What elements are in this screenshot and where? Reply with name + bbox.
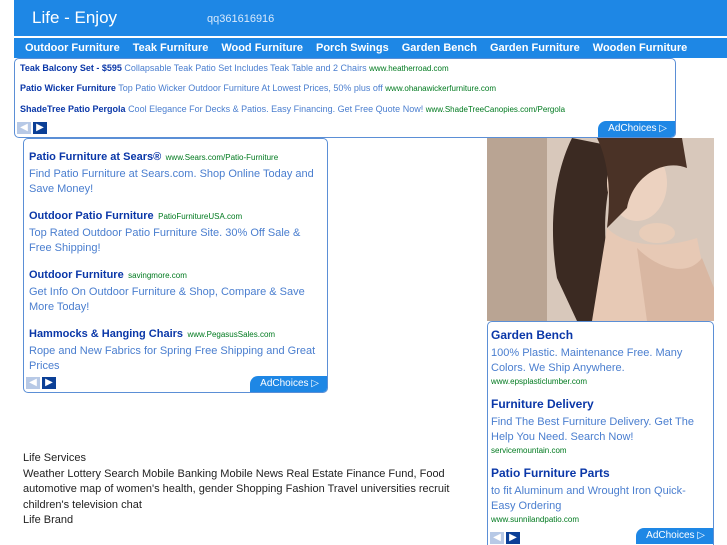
top-ad-row[interactable]: Patio Wicker Furniture Top Patio Wicker … [20, 83, 496, 93]
ad-unit[interactable]: Outdoor Patio Furniture PatioFurnitureUS… [29, 206, 321, 256]
top-ad-row[interactable]: Teak Balcony Set - $595 Collapsable Teak… [20, 63, 449, 73]
top-ad-row[interactable]: ShadeTree Patio Pergola Cool Elegance Fo… [20, 104, 565, 114]
ad-description: to fit Aluminum and Wrought Iron Quick-E… [491, 485, 686, 512]
ad-url[interactable]: www.Sears.com/Patio-Furniture [166, 153, 278, 162]
prev-arrow-icon[interactable]: ◀ [17, 122, 31, 134]
nav-link-porch-swings[interactable]: Porch Swings [316, 42, 389, 54]
ad-title[interactable]: Outdoor Patio Furniture [29, 210, 154, 222]
ad-title[interactable]: Patio Furniture at Sears® [29, 151, 161, 163]
ad-title[interactable]: Patio Wicker Furniture [20, 83, 116, 93]
nav-link-wood-furniture[interactable]: Wood Furniture [221, 42, 303, 54]
ad-title[interactable]: Garden Bench [491, 328, 573, 342]
ad-url[interactable]: www.ShadeTreeCanopies.com/Pergola [426, 105, 565, 114]
ad-url[interactable]: savingmore.com [128, 271, 187, 280]
prev-arrow-icon[interactable]: ◀ [490, 532, 504, 544]
page: Life - Enjoy qq361616916 Outdoor Furnitu… [0, 0, 727, 545]
ad-unit[interactable]: Patio Furniture at Sears® www.Sears.com/… [29, 147, 321, 197]
prev-arrow-icon[interactable]: ◀ [26, 377, 40, 389]
next-arrow-icon[interactable]: ▶ [506, 532, 520, 544]
ad-url[interactable]: www.PegasusSales.com [188, 330, 276, 339]
ad-url[interactable]: www.sunnilandpatio.com [491, 515, 709, 524]
site-header: Life - Enjoy qq361616916 [14, 0, 727, 36]
adchoices-badge[interactable]: AdChoices ▷ [250, 376, 327, 392]
top-ad-box: Teak Balcony Set - $595 Collapsable Teak… [14, 58, 676, 138]
ad-description: Collapsable Teak Patio Set Includes Teak… [124, 63, 367, 73]
ad-description: Top Patio Wicker Outdoor Furniture At Lo… [118, 83, 383, 93]
woman-photo [487, 138, 714, 321]
nav-link-wooden-furniture[interactable]: Wooden Furniture [593, 42, 688, 54]
life-brand: Life Brand [23, 514, 74, 526]
ad-unit[interactable]: Patio Furniture Parts to fit Aluminum an… [491, 464, 709, 524]
nav-link-garden-furniture[interactable]: Garden Furniture [490, 42, 580, 54]
nav-bar: Outdoor Furniture Teak Furniture Wood Fu… [14, 38, 727, 58]
ad-url[interactable]: www.epsplasticlumber.com [491, 377, 709, 386]
adchoices-badge[interactable]: AdChoices ▷ [636, 528, 713, 544]
photo-illustration [487, 138, 714, 321]
ad-description: Get Info On Outdoor Furniture & Shop, Co… [29, 286, 305, 313]
site-title[interactable]: Life - Enjoy [32, 8, 117, 28]
ad-description: Rope and New Fabrics for Spring Free Shi… [29, 345, 316, 372]
ad-title[interactable]: Teak Balcony Set - $595 [20, 63, 122, 73]
ad-unit[interactable]: Furniture Delivery Find The Best Furnitu… [491, 395, 709, 455]
nav-link-teak-furniture[interactable]: Teak Furniture [133, 42, 209, 54]
next-arrow-icon[interactable]: ▶ [42, 377, 56, 389]
right-ad-box: Garden Bench 100% Plastic. Maintenance F… [487, 321, 714, 545]
services-heading: Life Services [23, 452, 86, 464]
ad-description: Find Patio Furniture at Sears.com. Shop … [29, 168, 314, 195]
nav-link-garden-bench[interactable]: Garden Bench [402, 42, 477, 54]
ad-title[interactable]: ShadeTree Patio Pergola [20, 104, 126, 114]
ad-title[interactable]: Patio Furniture Parts [491, 466, 610, 480]
ad-unit[interactable]: Hammocks & Hanging Chairs www.PegasusSal… [29, 324, 321, 374]
next-arrow-icon[interactable]: ▶ [33, 122, 47, 134]
life-services: Life Services Weather Lottery Search Mob… [23, 451, 463, 529]
ad-pager: ◀ ▶ [17, 122, 49, 134]
ad-unit[interactable]: Garden Bench 100% Plastic. Maintenance F… [491, 326, 709, 386]
ad-url[interactable]: www.ohanawickerfurniture.com [385, 84, 496, 93]
ad-pager: ◀ ▶ [490, 532, 522, 544]
ad-url[interactable]: servicemountain.com [491, 446, 709, 455]
ad-description: Find The Best Furniture Delivery. Get Th… [491, 416, 694, 443]
qq-number: qq361616916 [207, 13, 275, 25]
ad-unit[interactable]: Outdoor Furniture savingmore.com Get Inf… [29, 265, 321, 315]
services-links[interactable]: Weather Lottery Search Mobile Banking Mo… [23, 467, 463, 514]
left-ad-box: Patio Furniture at Sears® www.Sears.com/… [23, 138, 328, 393]
ad-description: Top Rated Outdoor Patio Furniture Site. … [29, 227, 301, 254]
ad-description: 100% Plastic. Maintenance Free. Many Col… [491, 347, 683, 374]
ad-title[interactable]: Outdoor Furniture [29, 269, 124, 281]
ad-title[interactable]: Furniture Delivery [491, 397, 594, 411]
ad-url[interactable]: PatioFurnitureUSA.com [158, 212, 242, 221]
ad-title[interactable]: Hammocks & Hanging Chairs [29, 328, 183, 340]
ad-url[interactable]: www.heatherroad.com [369, 64, 449, 73]
nav-link-outdoor-furniture[interactable]: Outdoor Furniture [25, 42, 120, 54]
ad-pager: ◀ ▶ [26, 377, 58, 389]
adchoices-badge[interactable]: AdChoices ▷ [598, 121, 675, 137]
ad-description: Cool Elegance For Decks & Patios. Easy F… [128, 104, 424, 114]
